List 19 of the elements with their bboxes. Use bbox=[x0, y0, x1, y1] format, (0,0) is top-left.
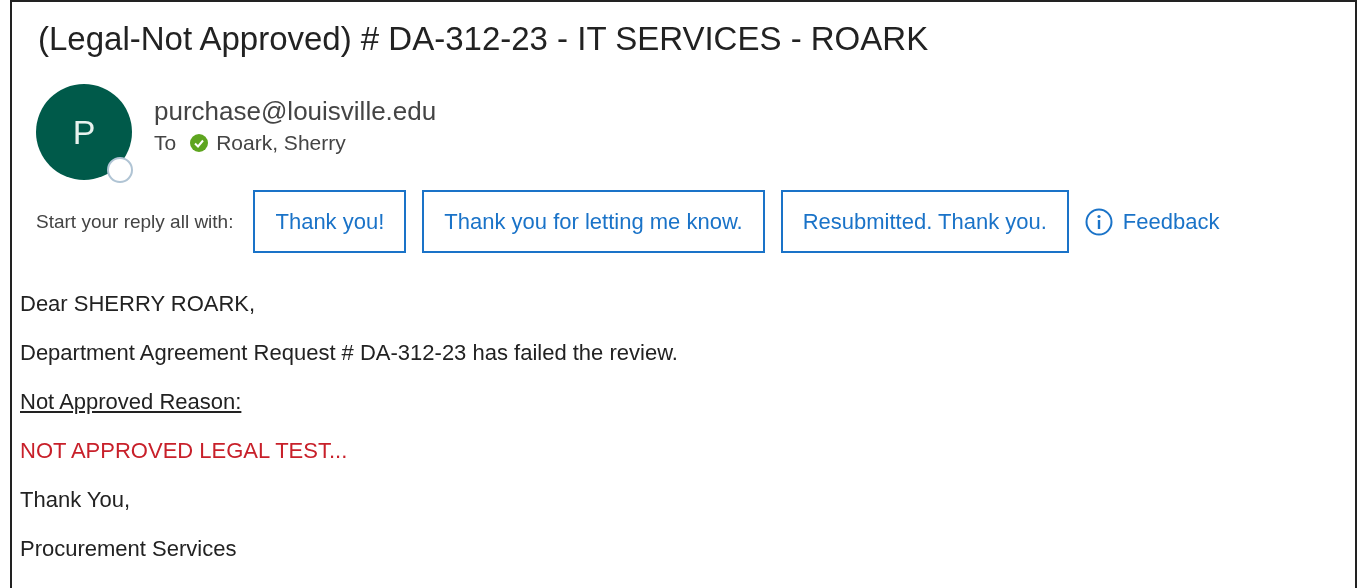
info-icon bbox=[1084, 207, 1113, 236]
body-text: Procurement Services bbox=[20, 535, 238, 563]
quick-reply-button[interactable]: Thank you for letting me know. bbox=[422, 190, 765, 253]
body-text: Dear SHERRY ROARK, bbox=[20, 290, 257, 318]
email-subject: (Legal-Not Approved) # DA-312-23 - IT SERVICES - ROARK bbox=[38, 20, 930, 58]
body-text: Thank You, bbox=[20, 486, 132, 514]
quick-reply-button[interactable]: Resubmitted. Thank you. bbox=[780, 190, 1069, 253]
sender-avatar: P bbox=[36, 84, 132, 180]
sender-address: purchase@louisville.edu bbox=[154, 96, 437, 127]
recipient-name[interactable]: Roark, Sherry bbox=[216, 131, 346, 155]
reason-heading: Not Approved Reason: bbox=[20, 388, 243, 416]
quick-reply-button[interactable]: Thank you! bbox=[253, 190, 407, 253]
feedback-button[interactable]: Feedback bbox=[1084, 207, 1220, 236]
reason-text: NOT APPROVED LEGAL TEST... bbox=[20, 437, 349, 465]
to-label: To bbox=[154, 131, 177, 155]
reply-prompt: Start your reply all with: bbox=[36, 210, 234, 233]
presence-icon bbox=[106, 156, 134, 184]
body-text: Department Agreement Request # DA-312-23 has failed the review. bbox=[20, 339, 679, 367]
check-icon bbox=[190, 134, 209, 152]
